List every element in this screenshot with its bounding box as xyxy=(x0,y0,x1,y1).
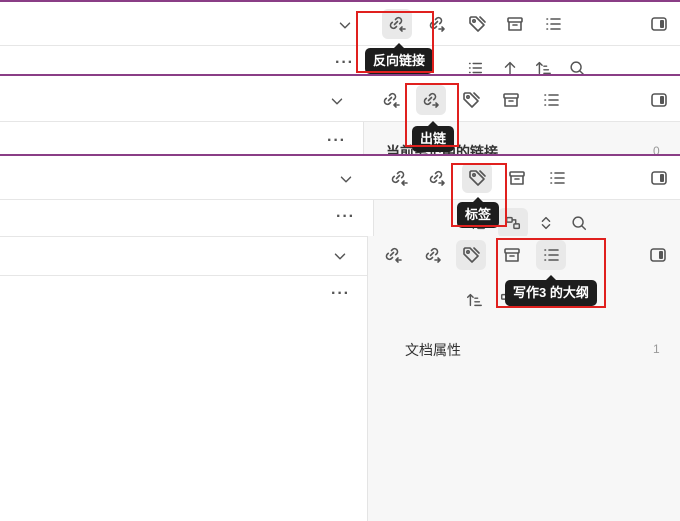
outgoing-links-icon[interactable] xyxy=(422,9,452,39)
backlinks-icon[interactable] xyxy=(382,9,412,39)
search-icon[interactable] xyxy=(562,53,592,76)
expand-icon[interactable] xyxy=(531,208,561,238)
upload-icon[interactable] xyxy=(495,53,525,76)
sidebar-toggle-icon[interactable] xyxy=(644,9,674,39)
tooltip-outgoing: 出链 xyxy=(412,121,455,152)
outgoing-links-icon[interactable] xyxy=(416,85,446,115)
panel-tags: ··· 标签 xyxy=(0,154,680,238)
tag-icon[interactable] xyxy=(456,85,486,115)
backlinks-icon[interactable] xyxy=(378,240,408,270)
panel-outgoing: ··· 当前笔记中的链接 0 出链 xyxy=(0,74,680,156)
panel-backlinks: ··· 反向链接 xyxy=(0,0,680,76)
right-panel xyxy=(367,236,680,521)
chevron-down-icon[interactable] xyxy=(322,86,352,116)
tooltip-tags: 标签 xyxy=(457,197,500,228)
list-icon[interactable] xyxy=(536,85,566,115)
archive-icon[interactable] xyxy=(500,9,530,39)
tag-icon[interactable] xyxy=(462,9,492,39)
outgoing-links-icon[interactable] xyxy=(418,240,448,270)
archive-icon[interactable] xyxy=(496,85,526,115)
group-icon[interactable] xyxy=(498,208,528,238)
sort-icon[interactable] xyxy=(459,285,489,315)
list-icon[interactable] xyxy=(536,240,566,270)
archive-icon[interactable] xyxy=(497,240,527,270)
search-icon[interactable] xyxy=(564,208,594,238)
list-icon[interactable] xyxy=(538,9,568,39)
sidebar-toggle-icon[interactable] xyxy=(643,240,673,270)
more-icon[interactable]: ··· xyxy=(335,54,354,72)
archive-icon[interactable] xyxy=(502,163,532,193)
more-icon[interactable]: ··· xyxy=(327,132,346,150)
sort-icon[interactable] xyxy=(528,53,558,76)
section-title: 文档属性 xyxy=(405,342,461,358)
list-icon[interactable] xyxy=(542,163,572,193)
tag-icon[interactable] xyxy=(462,163,492,193)
sort-icon[interactable] xyxy=(460,53,490,76)
chevron-down-icon[interactable] xyxy=(330,10,360,40)
backlinks-icon[interactable] xyxy=(384,163,414,193)
panel-outline: ··· 文档属性 1 写作3 的大纲 xyxy=(0,236,680,521)
backlinks-icon[interactable] xyxy=(376,85,406,115)
sidebar-toggle-icon[interactable] xyxy=(644,85,674,115)
more-icon[interactable]: ··· xyxy=(331,285,350,303)
tag-icon[interactable] xyxy=(456,240,486,270)
sidebar-toggle-icon[interactable] xyxy=(644,163,674,193)
chevron-down-icon[interactable] xyxy=(325,241,355,271)
tooltip-outline: 写作3 的大纲 xyxy=(505,275,597,306)
section-count: 1 xyxy=(653,342,660,356)
chevron-down-icon[interactable] xyxy=(331,164,361,194)
more-icon[interactable]: ··· xyxy=(336,208,355,226)
outgoing-links-icon[interactable] xyxy=(422,163,452,193)
tooltip-backlinks: 反向链接 xyxy=(365,43,434,74)
